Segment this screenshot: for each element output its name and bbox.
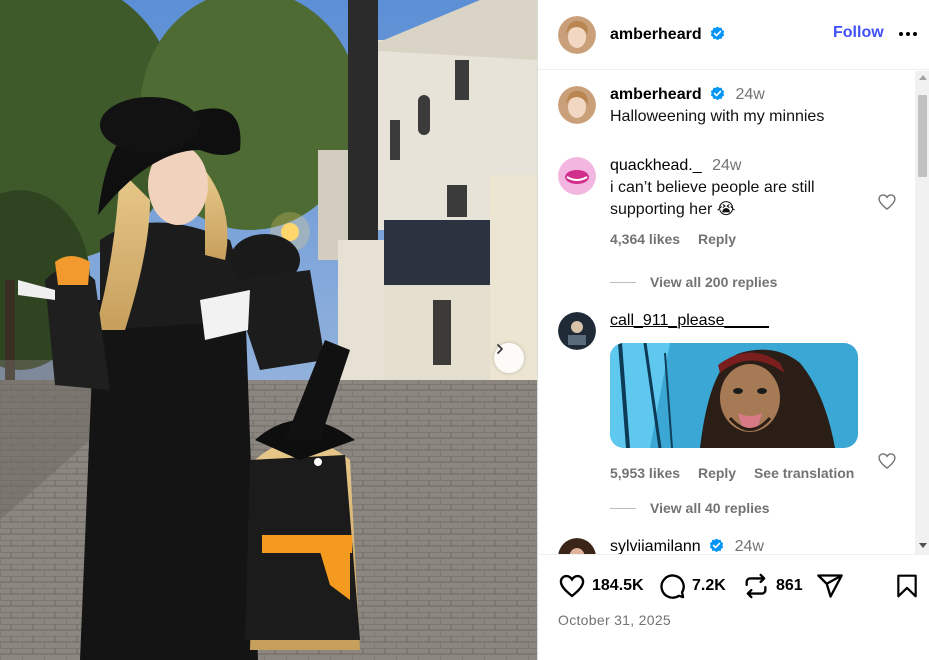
reply-button[interactable]: Reply (698, 231, 736, 247)
comment-time[interactable]: 24w (735, 538, 764, 554)
verified-badge-icon (710, 538, 724, 553)
comments-list[interactable]: amberheard 24w Halloweening with my minn… (538, 71, 929, 554)
reply-button[interactable]: Reply (698, 465, 736, 481)
comments-scrollbar[interactable] (915, 71, 929, 554)
follow-button[interactable]: Follow (833, 24, 884, 42)
caption-text: Halloweening with my minnies (610, 108, 825, 125)
scroll-down-arrow-icon[interactable] (919, 543, 927, 548)
comment-count[interactable]: 7.2K (692, 577, 726, 595)
comment-text-line: i can’t believe people are still (610, 179, 815, 196)
share-button[interactable] (816, 572, 844, 600)
commenter-avatar[interactable] (558, 157, 596, 195)
view-replies-label: View all 40 replies (650, 500, 770, 516)
pirate-gif-image (610, 343, 858, 448)
commenter-avatar[interactable] (558, 312, 596, 350)
post-header: amberheard Follow (538, 0, 929, 70)
next-photo-button[interactable] (494, 343, 524, 373)
chevron-right-icon (497, 344, 503, 354)
view-replies-button[interactable]: View all 40 replies (610, 500, 770, 516)
save-button[interactable] (894, 572, 920, 600)
bookmark-icon (897, 574, 917, 598)
author-username[interactable]: amberheard (610, 26, 702, 43)
comment-likes[interactable]: 4,364 likes (610, 231, 680, 247)
post-date: October 31, 2025 (558, 612, 671, 628)
like-button[interactable]: 184.5K (558, 572, 644, 600)
caption-username[interactable]: amberheard (610, 86, 702, 103)
more-horizontal-icon[interactable] (896, 22, 920, 46)
comment-meta: 4,364 likes Reply (610, 231, 860, 247)
halloween-photo-illustration (0, 0, 537, 660)
post-actions: 184.5K 7.2K 861 October 31, 2025 (538, 554, 929, 660)
send-icon (817, 574, 843, 598)
post-sidebar: amberheard Follow amberheard 24w Hallowe… (537, 0, 929, 660)
verified-badge-icon (710, 86, 725, 101)
comment-bubble-icon (660, 574, 685, 599)
caption-time[interactable]: 24w (736, 86, 765, 103)
repost-button[interactable]: 861 (742, 572, 803, 600)
comment-likes[interactable]: 5,953 likes (610, 465, 680, 481)
comment-body: quackhead._ 24w i can’t believe people a… (610, 155, 860, 247)
view-replies-label: View all 200 replies (650, 274, 778, 290)
comment-body: call_911_please_____ (610, 310, 860, 332)
comment-meta: 5,953 likes Reply See translation (610, 465, 929, 481)
view-replies-button[interactable]: View all 200 replies (610, 274, 777, 290)
comment-username[interactable]: call_911_please_____ (610, 312, 769, 329)
comment-username[interactable]: quackhead._ (610, 157, 702, 174)
caption-body: amberheard 24w Halloweening with my minn… (610, 84, 860, 128)
heart-icon (559, 574, 585, 598)
divider (610, 508, 636, 509)
comment-username[interactable]: sylviiamilann (610, 538, 701, 554)
post-photo (0, 0, 537, 660)
divider (610, 282, 636, 283)
comment-text-line: supporting her 😭 (610, 201, 736, 218)
heart-icon[interactable] (877, 192, 897, 212)
commenter-avatar[interactable] (558, 538, 596, 554)
scroll-thumb[interactable] (918, 95, 927, 177)
like-count[interactable]: 184.5K (592, 577, 644, 595)
comment-button[interactable]: 7.2K (658, 572, 726, 600)
author-avatar[interactable] (558, 86, 596, 124)
verified-badge-icon (710, 26, 725, 40)
repost-icon (745, 573, 767, 599)
author-name-wrap: amberheard (610, 26, 725, 44)
repost-count[interactable]: 861 (776, 577, 803, 595)
author-avatar[interactable] (558, 15, 596, 54)
comment-body: sylviiamilann 24w (610, 536, 860, 554)
see-translation-button[interactable]: See translation (754, 465, 854, 481)
scroll-up-arrow-icon[interactable] (919, 75, 927, 80)
comment-time[interactable]: 24w (712, 157, 741, 174)
comment-meta-wrap: 5,953 likes Reply See translation (610, 465, 860, 481)
comment-gif[interactable] (610, 343, 858, 448)
